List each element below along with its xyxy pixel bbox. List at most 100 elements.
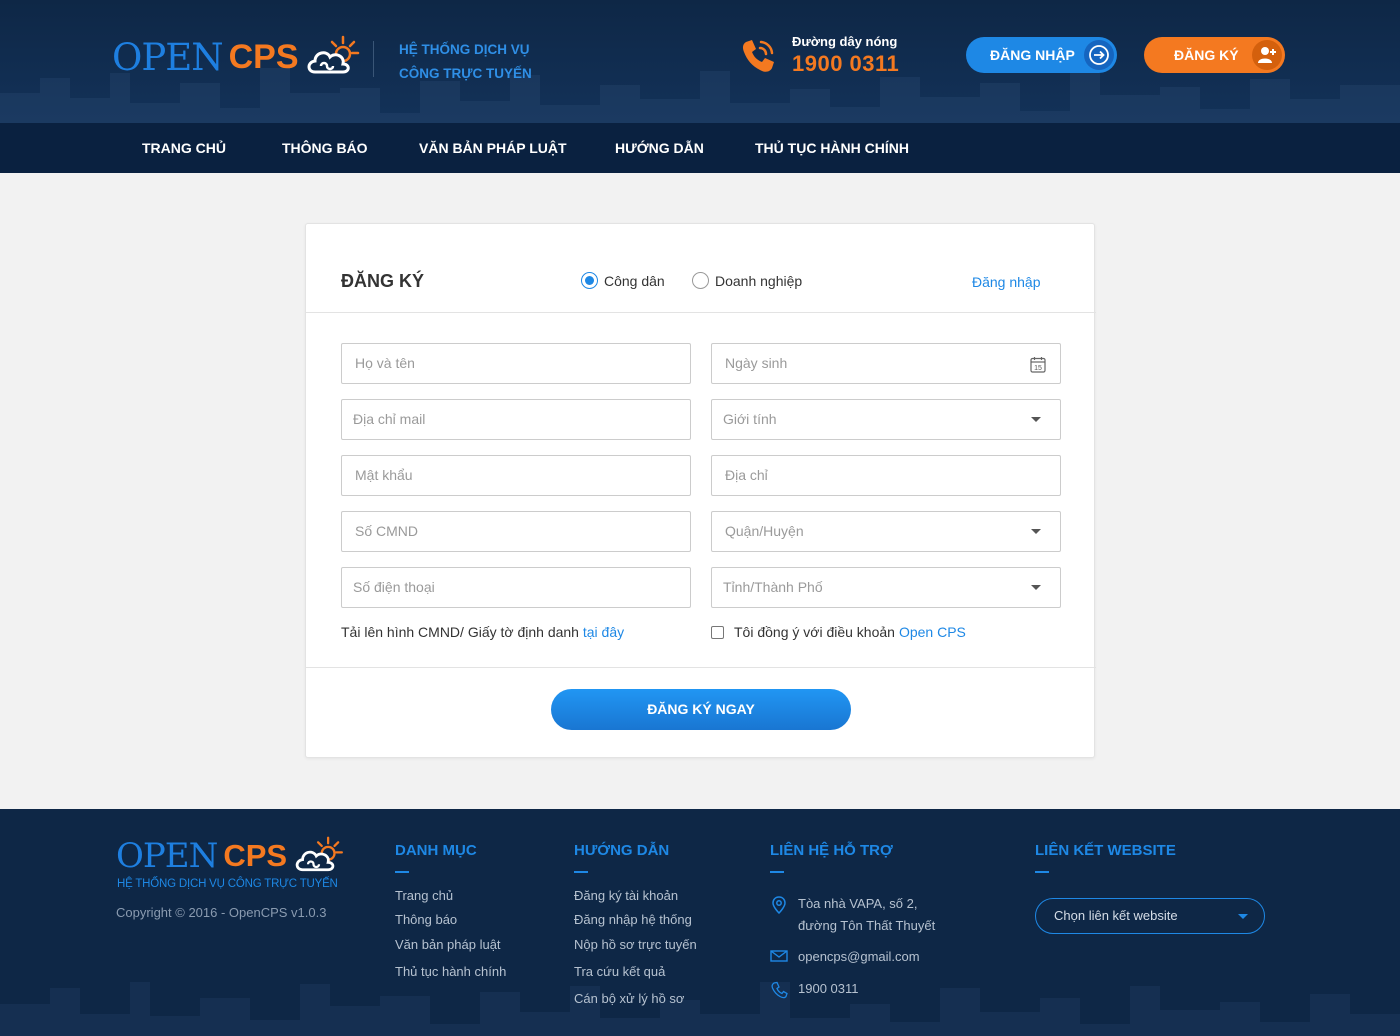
agree-checkbox[interactable] (711, 625, 724, 639)
upload-text: Tải lên hình CMND/ Giấy tờ định danh (341, 624, 579, 640)
agree-terms-row: Tôi đồng ý với điều khoản Open CPS (711, 624, 966, 640)
footer-link-thong-bao[interactable]: Thông báo (395, 912, 457, 927)
radio-business[interactable]: Doanh nghiệp (692, 272, 802, 289)
phone-icon (771, 981, 788, 999)
full-name-input[interactable]: Họ và tên (341, 343, 691, 384)
login-arrow-icon (1084, 40, 1114, 70)
footer-address-line-1: Tòa nhà VAPA, số 2, (798, 896, 918, 911)
birthday-placeholder: Ngày sinh (725, 355, 788, 371)
register-card: ĐĂNG KÝ Công dân Doanh nghiệp Đăng nhập … (305, 223, 1096, 758)
header-divider (373, 41, 374, 77)
footer-logo-cps-text: CPS (223, 838, 288, 873)
password-placeholder: Mật khẩu (355, 467, 413, 483)
footer-skyline-decoration (0, 982, 1400, 1036)
website-link-select[interactable]: Chọn liên kết website (1035, 898, 1265, 934)
footer-link-nop-ho-so[interactable]: Nộp hồ sơ trực tuyến (574, 937, 697, 952)
footer-link-thu-tuc-hanh-chinh[interactable]: Thủ tục hành chính (395, 964, 506, 979)
nav-item-van-ban-phap-luat[interactable]: VĂN BẢN PHÁP LUẬT (419, 123, 567, 173)
footer-link-can-bo-xu-ly[interactable]: Cán bộ xử lý hồ sơ (574, 991, 684, 1006)
footer-heading-underline (1035, 871, 1049, 873)
mail-icon (770, 950, 788, 962)
radio-citizen-circle[interactable] (581, 272, 598, 289)
id-number-input[interactable]: Số CMND (341, 511, 691, 552)
gender-select[interactable]: Giới tính (711, 399, 1061, 440)
upload-id-row: Tải lên hình CMND/ Giấy tờ định danh tại… (341, 624, 624, 640)
footer-logo[interactable]: OPEN CPS (116, 835, 345, 877)
footer: OPEN CPS HỆ THỐNG DỊCH VỤ CÔNG TRỰC TUYẾ… (0, 809, 1400, 1036)
chevron-down-icon (1031, 529, 1041, 534)
add-user-icon (1252, 40, 1282, 70)
header: OPEN CPS HỆ THỐNG DỊCH VỤ CÔNG TRỰC TUYẾ… (0, 0, 1400, 123)
province-select[interactable]: Tỉnh/Thành Phố (711, 567, 1061, 608)
footer-link-trang-chu[interactable]: Trang chủ (395, 888, 453, 903)
footer-col-lien-he: LIÊN HỆ HỖ TRỢ (770, 842, 893, 873)
nav-item-thong-bao[interactable]: THÔNG BÁO (282, 123, 368, 173)
footer-phone-text: 1900 0311 (798, 981, 859, 996)
header-login-button[interactable]: ĐĂNG NHẬP (966, 37, 1117, 73)
agree-text: Tôi đồng ý với điều khoản (734, 624, 895, 640)
upload-link[interactable]: tại đây (583, 624, 624, 640)
district-placeholder: Quận/Huyện (725, 523, 804, 539)
footer-heading-danh-muc: DANH MỤC (395, 842, 477, 859)
calendar-day: 15 (1034, 365, 1042, 372)
nav-item-thu-tuc-hanh-chinh[interactable]: THỦ TỤC HÀNH CHÍNH (755, 123, 909, 173)
register-button-label: ĐĂNG KÝ (1174, 47, 1239, 63)
chevron-down-icon (1031, 417, 1041, 422)
cloud-sun-icon (307, 35, 359, 74)
tagline-line-2: CÔNG TRỰC TUYẾN (399, 66, 532, 81)
main-nav: TRANG CHỦ THÔNG BÁO VĂN BẢN PHÁP LUẬT HƯ… (0, 123, 1400, 173)
logo[interactable]: OPEN CPS (112, 34, 361, 80)
website-link-placeholder: Chọn liên kết website (1054, 908, 1178, 923)
nav-item-huong-dan[interactable]: HƯỚNG DẪN (615, 123, 704, 173)
hotline: Đường dây nóng 1900 0311 (738, 34, 899, 77)
footer-heading-huong-dan: HƯỚNG DẪN (574, 842, 670, 859)
footer-heading-underline (395, 871, 409, 873)
full-name-placeholder: Họ và tên (355, 355, 415, 371)
address-input[interactable]: Địa chỉ (711, 455, 1061, 496)
header-register-button[interactable]: ĐĂNG KÝ (1144, 37, 1285, 73)
district-select[interactable]: Quận/Huyện (711, 511, 1061, 552)
phone-placeholder: Số điện thoại (353, 579, 435, 595)
cloud-sun-icon (295, 836, 344, 872)
login-link[interactable]: Đăng nhập (972, 274, 1041, 290)
footer-link-dang-nhap-he-thong[interactable]: Đăng nhập hệ thống (574, 912, 692, 927)
email-placeholder: Địa chỉ mail (353, 411, 426, 427)
footer-address-line-2: đường Tôn Thất Thuyết (798, 918, 936, 933)
footer-logo-open-text: OPEN (116, 836, 218, 876)
radio-business-label: Doanh nghiệp (715, 272, 803, 289)
footer-link-tra-cuu-ket-qua[interactable]: Tra cứu kết quả (574, 964, 665, 979)
radio-citizen[interactable]: Công dân (581, 272, 665, 289)
footer-address: Tòa nhà VAPA, số 2, đường Tôn Thất Thuyế… (770, 893, 935, 937)
terms-link[interactable]: Open CPS (899, 624, 966, 640)
nav-item-trang-chu[interactable]: TRANG CHỦ (142, 123, 226, 173)
footer-link-dang-ky-tai-khoan[interactable]: Đăng ký tài khoản (574, 888, 678, 903)
register-title: ĐĂNG KÝ (341, 271, 425, 291)
footer-email-text[interactable]: opencps@gmail.com (798, 946, 920, 968)
radio-business-circle[interactable] (692, 272, 709, 289)
card-divider-bottom (306, 667, 1096, 668)
login-button-label: ĐĂNG NHẬP (990, 47, 1075, 63)
email-input[interactable]: Địa chỉ mail (341, 399, 691, 440)
card-divider-top (306, 312, 1096, 313)
footer-tagline: HỆ THỐNG DỊCH VỤ CÔNG TRỰC TUYẾN (117, 878, 338, 890)
phone-icon (742, 39, 774, 72)
footer-link-van-ban-phap-luat[interactable]: Văn bản pháp luật (395, 937, 501, 952)
hotline-label: Đường dây nóng (792, 34, 898, 49)
chevron-down-icon (1238, 914, 1248, 919)
password-input[interactable]: Mật khẩu (341, 455, 691, 496)
footer-col-huong-dan: HƯỚNG DẪN (574, 842, 669, 873)
footer-col-lien-ket: LIÊN KẾT WEBSITE (1035, 842, 1176, 873)
phone-input[interactable]: Số điện thoại (341, 567, 691, 608)
province-placeholder: Tỉnh/Thành Phố (723, 579, 823, 595)
logo-cps-text: CPS (228, 37, 299, 76)
map-pin-icon (772, 896, 786, 914)
calendar-icon[interactable]: 15 (1030, 356, 1046, 373)
register-submit-button[interactable]: ĐĂNG KÝ NGAY (551, 689, 851, 730)
hotline-number: 1900 0311 (792, 51, 900, 76)
radio-citizen-label: Công dân (604, 272, 665, 289)
footer-heading-lien-ket: LIÊN KẾT WEBSITE (1035, 842, 1176, 859)
birthday-input[interactable]: Ngày sinh 15 (711, 343, 1061, 384)
footer-email: opencps@gmail.com (770, 946, 920, 968)
chevron-down-icon (1031, 585, 1041, 590)
footer-phone: 1900 0311 (770, 978, 859, 1000)
